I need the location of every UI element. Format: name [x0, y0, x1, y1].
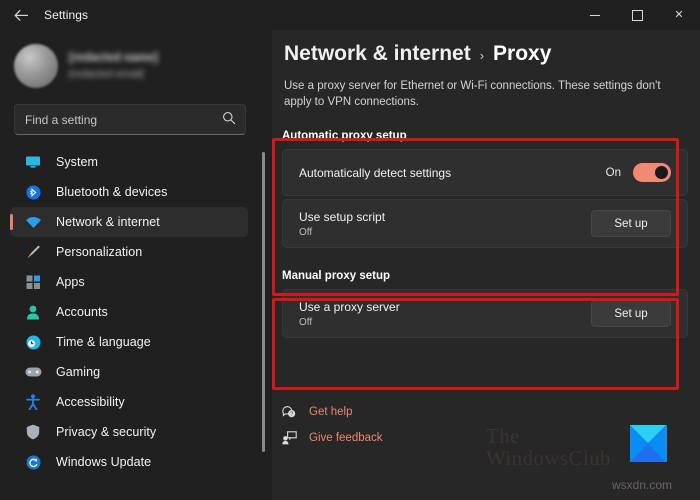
sidebar-item-personalization[interactable]: Personalization	[10, 237, 248, 267]
row-text: Use setup script Off	[299, 210, 385, 238]
sidebar-nav: System Bluetooth & devices Network & int…	[0, 147, 258, 477]
get-help-link[interactable]: ? Get help	[282, 402, 383, 421]
sidebar-item-label: Bluetooth & devices	[56, 185, 168, 199]
row-use-a-proxy-server[interactable]: Use a proxy server Off Set up	[282, 289, 688, 338]
pane-scrollbar[interactable]	[262, 152, 265, 452]
section-title: Manual proxy setup	[282, 270, 390, 282]
section-manual-proxy-setup: Manual proxy setup Use a proxy server Of…	[272, 270, 700, 338]
profile-block[interactable]: [redacted name] [redacted email]	[14, 44, 258, 88]
person-icon	[24, 303, 42, 321]
bluetooth-icon	[24, 183, 42, 201]
monitor-icon	[24, 153, 42, 171]
watermark-line1: The	[486, 424, 520, 448]
maximize-icon	[631, 9, 643, 21]
sidebar-item-label: Privacy & security	[56, 425, 157, 439]
window-title: Settings	[44, 8, 89, 22]
apps-grid-icon	[24, 273, 42, 291]
window-controls: ✕	[574, 0, 700, 30]
windowsclub-logo-icon	[630, 425, 667, 462]
watermark-text: The WindowsClub	[486, 425, 611, 469]
sidebar-item-label: Gaming	[56, 365, 101, 379]
sidebar-item-label: Time & language	[56, 335, 151, 349]
svg-text:?: ?	[290, 411, 293, 417]
avatar	[14, 44, 58, 88]
clock-globe-icon	[24, 333, 42, 351]
sidebar-item-time-language[interactable]: Time & language	[10, 327, 248, 357]
maximize-button[interactable]	[616, 0, 658, 30]
sidebar-item-system[interactable]: System	[10, 147, 248, 177]
sidebar-item-apps[interactable]: Apps	[10, 267, 248, 297]
sidebar-item-label: Apps	[56, 275, 85, 289]
sidebar-item-privacy-security[interactable]: Privacy & security	[10, 417, 248, 447]
minimize-button[interactable]	[574, 0, 616, 30]
setup-script-button[interactable]: Set up	[591, 210, 671, 237]
paintbrush-icon	[24, 243, 42, 261]
section-automatic-proxy-setup: Automatic proxy setup Automatically dete…	[272, 130, 700, 248]
toggle-state-label: On	[605, 166, 621, 179]
search-icon	[222, 111, 236, 130]
help-question-icon: ?	[282, 405, 302, 419]
sidebar-item-label: Accessibility	[56, 395, 125, 409]
breadcrumb: Network & internet › Proxy	[284, 42, 700, 66]
sidebar-item-accounts[interactable]: Accounts	[10, 297, 248, 327]
watermark-site: wsxdn.com	[612, 478, 673, 492]
breadcrumb-separator-icon: ›	[479, 48, 485, 63]
shield-icon	[24, 423, 42, 441]
search-input[interactable]	[15, 111, 217, 128]
sidebar-item-network-internet[interactable]: Network & internet	[10, 207, 248, 237]
sidebar-item-accessibility[interactable]: Accessibility	[10, 387, 248, 417]
profile-name: [redacted name]	[69, 52, 158, 64]
close-icon: ✕	[674, 8, 684, 21]
wifi-icon	[24, 213, 42, 231]
row-automatically-detect-settings[interactable]: Automatically detect settings On	[282, 149, 688, 196]
automatically-detect-settings-toggle[interactable]	[633, 163, 671, 182]
sidebar-item-gaming[interactable]: Gaming	[10, 357, 248, 387]
footer-links: ? Get help Give feedback	[282, 402, 383, 454]
gamepad-icon	[24, 363, 42, 381]
sidebar-item-windows-update[interactable]: Windows Update	[10, 447, 248, 477]
sidebar-item-label: System	[56, 155, 98, 169]
accessibility-icon	[24, 393, 42, 411]
row-text: Use a proxy server Off	[299, 300, 400, 328]
search-box[interactable]	[14, 104, 246, 135]
give-feedback-label: Give feedback	[309, 431, 383, 444]
watermark-line2: WindowsClub	[486, 446, 611, 470]
section-title: Automatic proxy setup	[282, 130, 407, 142]
row-title: Automatically detect settings	[299, 165, 452, 180]
give-feedback-link[interactable]: Give feedback	[282, 428, 383, 447]
title-bar: Settings ✕	[0, 0, 700, 30]
toggle-wrap: On	[606, 163, 671, 182]
profile-email: [redacted email]	[69, 68, 144, 80]
settings-window: Settings ✕ [redacted name] [redacted ema…	[0, 0, 700, 500]
feedback-person-icon	[282, 430, 302, 445]
get-help-label: Get help	[309, 405, 353, 418]
sidebar-item-bluetooth-devices[interactable]: Bluetooth & devices	[10, 177, 248, 207]
minimize-icon	[590, 14, 600, 16]
sidebar-item-label: Accounts	[56, 305, 108, 319]
proxy-server-setup-button[interactable]: Set up	[591, 300, 671, 327]
row-subtitle: Off	[299, 316, 313, 328]
page-description: Use a proxy server for Ethernet or Wi-Fi…	[284, 80, 661, 108]
back-button[interactable]	[6, 2, 36, 28]
row-text: Automatically detect settings	[299, 166, 451, 180]
row-subtitle: Off	[299, 226, 313, 238]
row-use-setup-script[interactable]: Use setup script Off Set up	[282, 199, 688, 248]
close-button[interactable]: ✕	[658, 0, 700, 30]
page-title: Proxy	[493, 42, 552, 65]
sidebar: [redacted name] [redacted email] System	[0, 30, 258, 500]
sidebar-item-label: Network & internet	[56, 215, 160, 229]
sidebar-item-label: Windows Update	[56, 455, 152, 469]
profile-text: [redacted name] [redacted email]	[69, 52, 158, 80]
breadcrumb-root[interactable]: Network & internet	[284, 42, 471, 66]
sidebar-item-label: Personalization	[56, 245, 143, 259]
toggle-knob	[655, 166, 668, 179]
logo-triangle-top	[630, 425, 666, 443]
row-title: Use a proxy server	[299, 299, 400, 314]
back-arrow-icon	[13, 9, 28, 21]
logo-triangle-bottom	[630, 444, 666, 462]
row-title: Use setup script	[299, 209, 386, 224]
update-refresh-icon	[24, 453, 42, 471]
